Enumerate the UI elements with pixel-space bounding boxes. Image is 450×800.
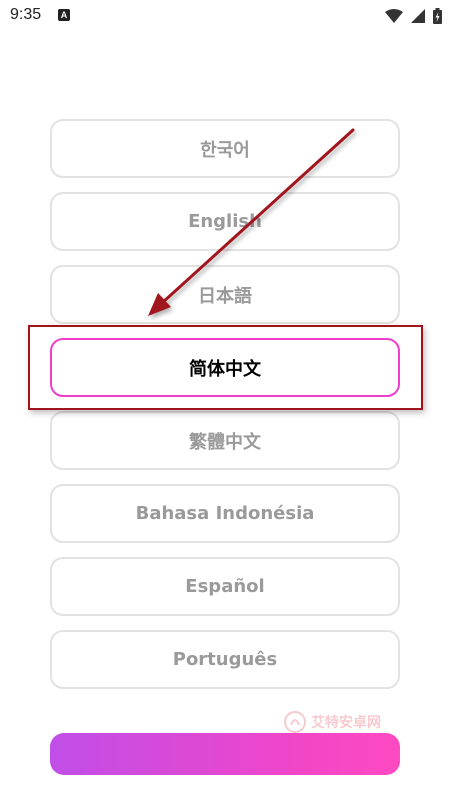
confirm-button[interactable] bbox=[50, 733, 400, 775]
language-option-simplified-chinese[interactable]: 简体中文 bbox=[50, 338, 400, 397]
language-option-indonesian[interactable]: Bahasa Indonésia bbox=[50, 484, 400, 543]
language-label: 简体中文 bbox=[189, 358, 261, 380]
language-option-korean[interactable]: 한국어 bbox=[50, 119, 400, 178]
status-bar: 9:35 A bbox=[0, 0, 450, 32]
watermark: 艾特安卓网 bbox=[283, 710, 381, 734]
language-label: English bbox=[188, 211, 262, 232]
language-label: 日本語 bbox=[198, 285, 252, 307]
language-option-english[interactable]: English bbox=[50, 192, 400, 251]
language-list: 한국어 English 日本語 简体中文 繁體中文 Bahasa Indonés… bbox=[50, 119, 400, 703]
watermark-text: 艾特安卓网 bbox=[311, 715, 381, 731]
notification-a-icon: A bbox=[58, 9, 70, 21]
language-label: Português bbox=[172, 649, 278, 670]
language-label: Bahasa Indonésia bbox=[135, 503, 315, 524]
language-label: 한국어 bbox=[200, 139, 250, 161]
language-option-japanese[interactable]: 日本語 bbox=[50, 265, 400, 324]
wifi-icon bbox=[385, 9, 403, 23]
status-time: 9:35 bbox=[10, 6, 42, 23]
battery-icon bbox=[433, 8, 442, 24]
language-option-spanish[interactable]: Español bbox=[50, 557, 400, 616]
language-option-portuguese[interactable]: Português bbox=[50, 630, 400, 689]
language-label: Español bbox=[185, 576, 265, 597]
status-icons bbox=[385, 6, 442, 26]
signal-icon bbox=[411, 9, 425, 23]
language-label: 繁體中文 bbox=[189, 431, 261, 453]
language-option-traditional-chinese[interactable]: 繁體中文 bbox=[50, 411, 400, 470]
watermark-logo-icon bbox=[284, 711, 306, 733]
